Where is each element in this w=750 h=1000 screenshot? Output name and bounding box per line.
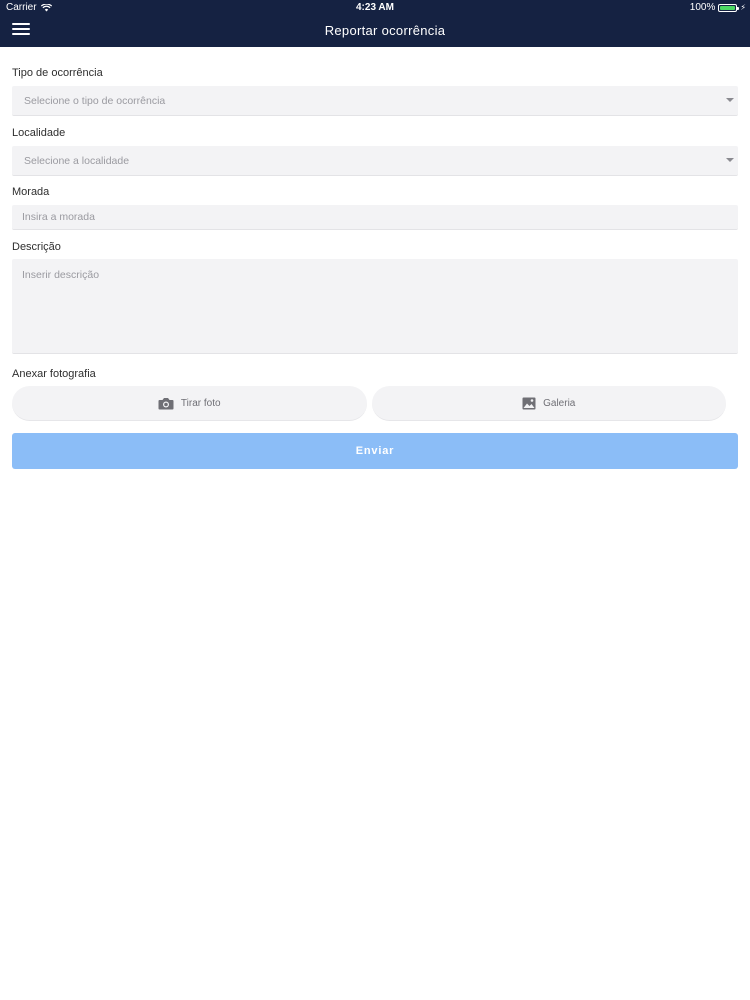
tipo-placeholder: Selecione o tipo de ocorrência xyxy=(24,94,166,107)
morada-placeholder: Insira a morada xyxy=(22,211,95,223)
status-time: 4:23 AM xyxy=(356,2,394,13)
battery-indicator: 100% ⚡ xyxy=(690,2,746,13)
tipo-label: Tipo de ocorrência xyxy=(12,67,103,79)
dropdown-caret-icon xyxy=(726,158,734,162)
charging-icon: ⚡ xyxy=(740,3,746,12)
image-icon xyxy=(522,397,536,409)
localidade-select[interactable]: Selecione a localidade xyxy=(12,146,738,176)
gallery-button[interactable]: Galeria xyxy=(371,386,726,421)
morada-label: Morada xyxy=(12,186,50,198)
photo-actions: Tirar foto Galeria xyxy=(12,386,726,421)
app-header: Carrier 4:23 AM 100% ⚡ Reportar ocorrênc… xyxy=(0,0,750,47)
gallery-label: Galeria xyxy=(543,397,576,409)
report-form: Tipo de ocorrência Selecione o tipo de o… xyxy=(12,66,738,469)
localidade-placeholder: Selecione a localidade xyxy=(24,154,130,167)
anexar-label: Anexar fotografia xyxy=(12,368,96,380)
localidade-label: Localidade xyxy=(12,127,66,139)
tipo-select[interactable]: Selecione o tipo de ocorrência xyxy=(12,86,738,116)
submit-button[interactable]: Enviar xyxy=(12,433,738,469)
battery-percentage: 100% xyxy=(689,2,716,13)
submit-label: Enviar xyxy=(355,445,395,457)
battery-icon xyxy=(718,3,740,12)
take-photo-button[interactable]: Tirar foto xyxy=(12,386,367,421)
descricao-textarea[interactable]: Inserir descrição xyxy=(12,259,738,354)
status-bar: Carrier 4:23 AM 100% ⚡ xyxy=(0,0,750,15)
page-title: Reportar ocorrência xyxy=(324,23,446,38)
morada-input[interactable]: Insira a morada xyxy=(12,205,738,230)
dropdown-caret-icon xyxy=(726,98,734,102)
camera-icon xyxy=(158,397,174,409)
take-photo-label: Tirar foto xyxy=(180,397,221,409)
descricao-label: Descrição xyxy=(12,241,61,253)
descricao-placeholder: Inserir descrição xyxy=(22,269,100,281)
